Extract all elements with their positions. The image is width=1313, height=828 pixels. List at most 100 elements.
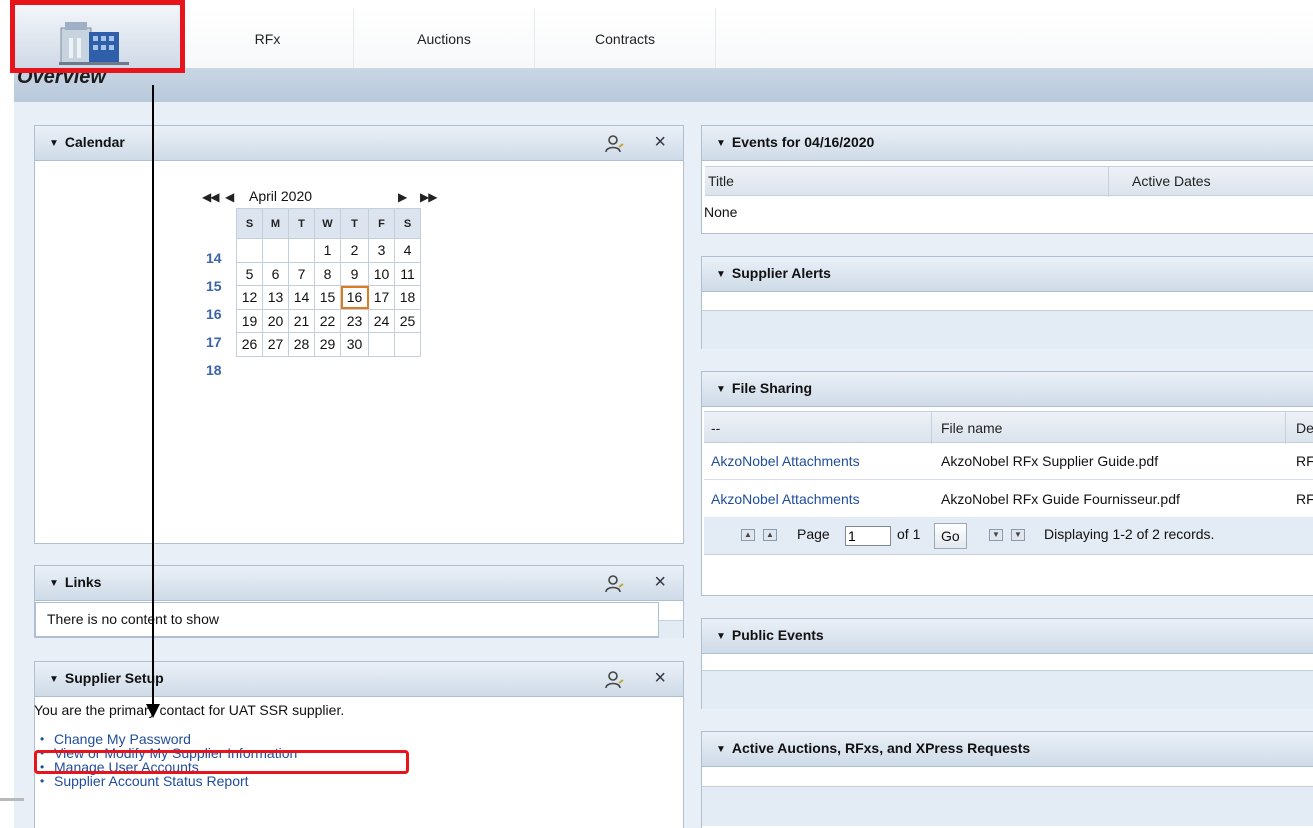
- calendar-day[interactable]: 30: [340, 332, 369, 357]
- calendar-week: 19 20 21 22 23 24 25: [236, 308, 421, 333]
- column-divider: [1108, 167, 1109, 197]
- tab-rfx[interactable]: RFx: [182, 8, 354, 68]
- calendar-week: 26 27 28 29 30: [236, 332, 421, 357]
- prev-month-icon[interactable]: ◀: [225, 190, 234, 204]
- next-month-icon[interactable]: ▶: [398, 190, 407, 204]
- calendar-month-label: April 2020: [249, 188, 313, 204]
- last-page-icon[interactable]: ▼: [1011, 529, 1025, 541]
- close-icon[interactable]: ×: [654, 571, 666, 593]
- week-number[interactable]: 18: [206, 362, 222, 378]
- calendar-day[interactable]: 23: [340, 308, 369, 333]
- calendar-day[interactable]: 7: [288, 261, 315, 286]
- go-button[interactable]: Go: [934, 523, 967, 549]
- column-header-source[interactable]: --: [711, 420, 720, 436]
- column-header-active-dates[interactable]: Active Dates: [1132, 173, 1211, 189]
- calendar-day[interactable]: 18: [394, 285, 421, 310]
- active-auctions-toggle[interactable]: ▼ Active Auctions, RFxs, and XPress Reque…: [716, 740, 1030, 756]
- calendar-day[interactable]: 26: [236, 332, 263, 357]
- calendar-day[interactable]: 19: [236, 308, 263, 333]
- calendar-day-today[interactable]: 16: [340, 285, 369, 310]
- page-number-input[interactable]: [845, 526, 891, 546]
- file-name[interactable]: AkzoNobel RFx Supplier Guide.pdf: [941, 453, 1158, 469]
- list-item: Change My Password: [40, 732, 297, 746]
- account-status-report-link[interactable]: Supplier Account Status Report: [54, 773, 249, 789]
- first-page-icon[interactable]: ▲: [741, 529, 755, 541]
- last-month-icon[interactable]: ▶▶: [420, 190, 437, 204]
- calendar-day[interactable]: 11: [394, 261, 421, 286]
- active-auctions-body: [702, 786, 1313, 826]
- weekday-row: S M T W T F S: [236, 208, 421, 239]
- calendar-day[interactable]: 3: [368, 238, 395, 263]
- public-events-title: Public Events: [731, 627, 824, 643]
- calendar-day[interactable]: 27: [262, 332, 289, 357]
- person-settings-icon[interactable]: [605, 575, 625, 593]
- person-settings-icon[interactable]: [605, 671, 625, 689]
- calendar-title: Calendar: [64, 134, 125, 150]
- tab-auctions[interactable]: Auctions: [354, 8, 535, 68]
- calendar-day[interactable]: 8: [314, 261, 341, 286]
- calendar-day[interactable]: 17: [368, 285, 395, 310]
- calendar-day[interactable]: 12: [236, 285, 263, 310]
- calendar-day[interactable]: 2: [340, 238, 369, 263]
- column-divider: [1285, 412, 1286, 444]
- person-settings-icon[interactable]: [605, 135, 625, 153]
- column-header-file-name[interactable]: File name: [941, 420, 1002, 436]
- calendar-day[interactable]: 20: [262, 308, 289, 333]
- next-page-icon[interactable]: ▼: [989, 529, 1003, 541]
- overview-header: Overview: [14, 66, 1313, 102]
- column-header-description[interactable]: De: [1296, 420, 1313, 436]
- calendar-day[interactable]: 1: [314, 238, 341, 263]
- week-number[interactable]: 14: [206, 250, 222, 266]
- file-source-link[interactable]: AkzoNobel Attachments: [711, 453, 860, 469]
- file-sharing-title: File Sharing: [731, 380, 813, 396]
- annotation-box-supplier-info: [34, 750, 409, 774]
- calendar-day[interactable]: 13: [262, 285, 289, 310]
- calendar-day[interactable]: 22: [314, 308, 341, 333]
- calendar-day[interactable]: 6: [262, 261, 289, 286]
- file-name[interactable]: AkzoNobel RFx Guide Fournisseur.pdf: [941, 491, 1180, 507]
- supplier-setup-toggle[interactable]: ▼ Supplier Setup: [49, 670, 164, 686]
- tab-contracts[interactable]: Contracts: [535, 8, 716, 68]
- calendar-day[interactable]: 5: [236, 261, 263, 286]
- calendar-header: ▼ Calendar ×: [35, 126, 683, 161]
- file-sharing-toggle[interactable]: ▼ File Sharing: [716, 380, 812, 396]
- week-number[interactable]: 17: [206, 334, 222, 350]
- calendar-day[interactable]: 28: [288, 332, 315, 357]
- week-number[interactable]: 16: [206, 306, 222, 322]
- calendar-day[interactable]: 29: [314, 332, 341, 357]
- nav-filler: [716, 8, 1313, 68]
- calendar-day[interactable]: 15: [314, 285, 341, 310]
- calendar-day[interactable]: 14: [288, 285, 315, 310]
- weekday-thu: T: [340, 208, 369, 239]
- calendar-day[interactable]: 4: [394, 238, 421, 263]
- calendar-day[interactable]: 9: [340, 261, 369, 286]
- column-header-title[interactable]: Title: [708, 173, 734, 189]
- prev-page-icon[interactable]: ▲: [763, 529, 777, 541]
- table-row: AkzoNobel Attachments AkzoNobel RFx Supp…: [704, 443, 1313, 480]
- links-toggle[interactable]: ▼ Links: [49, 574, 101, 590]
- calendar-toggle[interactable]: ▼ Calendar: [49, 134, 125, 150]
- active-auctions-panel: ▼ Active Auctions, RFxs, and XPress Reque…: [701, 731, 1313, 828]
- close-icon[interactable]: ×: [654, 131, 666, 153]
- calendar-day[interactable]: 10: [368, 261, 395, 286]
- file-source-link[interactable]: AkzoNobel Attachments: [711, 491, 860, 507]
- public-events-panel: ▼ Public Events: [701, 618, 1313, 709]
- public-events-toggle[interactable]: ▼ Public Events: [716, 627, 824, 643]
- calendar-day[interactable]: 24: [368, 308, 395, 333]
- calendar-day[interactable]: 21: [288, 308, 315, 333]
- edge-mark: [0, 798, 24, 801]
- close-icon[interactable]: ×: [654, 667, 666, 689]
- events-title: Events for 04/16/2020: [731, 134, 875, 150]
- events-empty-text: None: [704, 204, 738, 220]
- week-number[interactable]: 15: [206, 278, 222, 294]
- calendar-day[interactable]: 25: [394, 308, 421, 333]
- top-nav: RFx Auctions Contracts: [0, 0, 1313, 68]
- first-month-icon[interactable]: ◀◀: [202, 190, 219, 204]
- page-count-label: of 1: [897, 526, 921, 542]
- events-toggle[interactable]: ▼ Events for 04/16/2020: [716, 134, 874, 150]
- events-header: ▼ Events for 04/16/2020: [702, 126, 1313, 161]
- supplier-alerts-toggle[interactable]: ▼ Supplier Alerts: [716, 265, 831, 281]
- annotation-box-home: [10, 0, 185, 73]
- events-panel: ▼ Events for 04/16/2020 Title Active Date…: [701, 125, 1313, 234]
- calendar-day: [394, 332, 421, 357]
